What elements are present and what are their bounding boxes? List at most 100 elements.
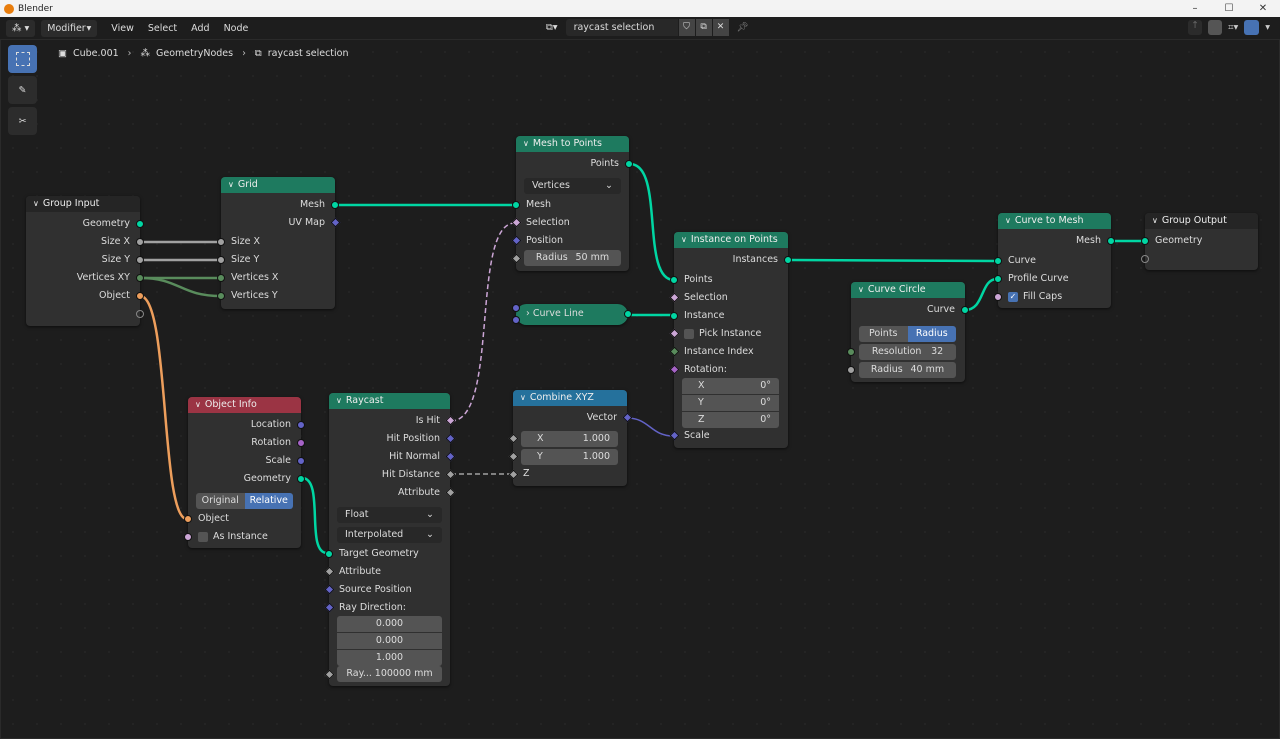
object-info-node[interactable]: ∨ Object Info Location Rotation Scale Geo…: [184, 397, 305, 548]
socket-int[interactable]: [217, 292, 225, 300]
socket-vector[interactable]: [297, 421, 305, 429]
pick-instance-checkbox[interactable]: Pick Instance: [684, 327, 761, 341]
socket-geometry[interactable]: [136, 220, 144, 228]
socket-geometry[interactable]: [994, 275, 1002, 283]
resolution-field[interactable]: Resolution 32: [859, 344, 956, 360]
mode-original[interactable]: Original: [196, 493, 245, 509]
radius-field[interactable]: Radius 50 mm: [524, 250, 621, 266]
mapping-dropdown[interactable]: Interpolated ⌄: [337, 527, 442, 543]
data-type-dropdown[interactable]: Float ⌄: [337, 507, 442, 523]
socket-empty[interactable]: [136, 310, 144, 318]
y-field[interactable]: Y 1.000: [521, 449, 618, 465]
raycast-node[interactable]: ∨ Raycast Is Hit Hit Position Hit Normal …: [324, 393, 456, 686]
socket-geometry[interactable]: [994, 257, 1002, 265]
field-value: 32: [931, 346, 944, 357]
parent-node-tree-icon[interactable]: ↑: [1188, 20, 1203, 35]
node-title: Group Input: [42, 198, 100, 209]
editor-type-button[interactable]: ⁂ ▾: [6, 19, 36, 37]
socket-geometry[interactable]: [512, 201, 520, 209]
socket-vector[interactable]: [297, 457, 305, 465]
fake-user-shield-icon[interactable]: ⛉: [678, 19, 695, 36]
combine-xyz-node[interactable]: ∨ Combine XYZ Vector X 1.000 Y 1.000 Z: [508, 390, 633, 486]
socket-int[interactable]: [136, 274, 144, 282]
socket-geometry[interactable]: [1141, 237, 1149, 245]
curve-to-mesh-node[interactable]: ∨ Curve to Mesh Mesh Curve Profile Curve …: [994, 213, 1115, 308]
mode-dropdown[interactable]: Modifier ▾: [41, 19, 98, 37]
unlink-x-icon[interactable]: ✕: [712, 19, 729, 36]
rotation-x-field[interactable]: X 0°: [682, 378, 779, 394]
menu-view[interactable]: View: [111, 23, 134, 34]
socket-float[interactable]: [217, 256, 225, 264]
mode-relative[interactable]: Relative: [244, 493, 293, 509]
node-tree-name-field[interactable]: raycast selection: [565, 19, 678, 36]
group-input-node[interactable]: ∨ Group Input Geometry Size X Size Y Vert…: [26, 196, 144, 326]
curve-circle-node[interactable]: ∨ Curve Circle Curve Points Radius Resolu…: [847, 282, 969, 382]
grid-node[interactable]: ∨ Grid Mesh UV Map Size X Size Y Vertices…: [217, 177, 341, 309]
mode-points[interactable]: Points: [859, 326, 908, 342]
chevron-down-icon: ∨: [228, 180, 234, 189]
rotation-z-field[interactable]: Z 0°: [682, 412, 779, 428]
socket-bool[interactable]: [994, 293, 1002, 301]
socket-int[interactable]: [217, 274, 225, 282]
overlays-icon[interactable]: [1244, 20, 1260, 35]
socket-geometry[interactable]: [624, 310, 632, 318]
mode-dropdown[interactable]: Vertices ⌄: [524, 178, 621, 194]
group-output-node[interactable]: ∨ Group Output Geometry: [1141, 213, 1258, 270]
pin-icon[interactable]: 📌︎: [737, 22, 749, 33]
ray-direction-z-field[interactable]: 1.000: [337, 650, 442, 666]
mesh-to-points-node[interactable]: ∨ Mesh to Points Points Vertices ⌄ Mesh Se…: [511, 136, 633, 271]
socket-float[interactable]: [847, 366, 855, 374]
browse-node-tree-button[interactable]: ⧉▾: [540, 19, 564, 36]
socket-geometry[interactable]: [670, 276, 678, 284]
socket-geometry[interactable]: [297, 475, 305, 483]
ray-direction-x-field[interactable]: 0.000: [337, 616, 442, 632]
socket-vector[interactable]: [512, 304, 520, 312]
socket-rotation[interactable]: [297, 439, 305, 447]
curve-line-node[interactable]: › Curve Line: [512, 304, 632, 325]
duplicate-icon[interactable]: ⧉: [695, 19, 712, 36]
socket-empty[interactable]: [1141, 255, 1149, 263]
socket-geometry[interactable]: [625, 160, 633, 168]
maximize-button[interactable]: ☐: [1212, 0, 1246, 17]
transform-space-toggle[interactable]: Original Relative: [196, 493, 293, 509]
as-instance-checkbox[interactable]: As Instance: [198, 530, 268, 544]
socket-float[interactable]: [217, 238, 225, 246]
mode-toggle[interactable]: Points Radius: [859, 326, 956, 342]
socket-geometry[interactable]: [1107, 237, 1115, 245]
checkmark-icon[interactable]: ✓: [1008, 291, 1018, 302]
select-box-tool[interactable]: [8, 45, 37, 73]
socket-vector[interactable]: [512, 316, 520, 324]
node-canvas[interactable]: [0, 39, 1280, 739]
radius-field[interactable]: Radius 40 mm: [859, 362, 956, 378]
checkbox-off[interactable]: [684, 328, 694, 339]
socket-geometry[interactable]: [325, 550, 333, 558]
menu-node[interactable]: Node: [224, 23, 249, 34]
minimize-button[interactable]: –: [1178, 0, 1212, 17]
socket-float[interactable]: [136, 238, 144, 246]
x-field[interactable]: X 1.000: [521, 431, 618, 447]
socket-geometry[interactable]: [784, 256, 792, 264]
socket-geometry[interactable]: [670, 312, 678, 320]
socket-geometry[interactable]: [331, 201, 339, 209]
ray-length-field[interactable]: Ray... 100000 mm: [337, 666, 442, 682]
socket-float[interactable]: [136, 256, 144, 264]
ray-direction-y-field[interactable]: 0.000: [337, 633, 442, 649]
socket-object[interactable]: [136, 292, 144, 300]
menu-select[interactable]: Select: [148, 23, 177, 34]
socket-bool[interactable]: [184, 533, 192, 541]
annotate-tool[interactable]: ✎: [8, 76, 37, 104]
socket-geometry[interactable]: [961, 306, 969, 314]
menu-add[interactable]: Add: [191, 23, 209, 34]
checkbox-off[interactable]: [198, 531, 208, 542]
rotation-y-field[interactable]: Y 0°: [682, 395, 779, 411]
mode-radius[interactable]: Radius: [907, 326, 956, 342]
socket-int[interactable]: [847, 348, 855, 356]
socket-object[interactable]: [184, 515, 192, 523]
snap-icon[interactable]: [1208, 20, 1223, 35]
snap-settings-icon[interactable]: ⌗▾: [1228, 22, 1238, 33]
links-cut-tool[interactable]: ✂: [8, 107, 37, 135]
close-window-button[interactable]: ✕: [1246, 0, 1280, 17]
overlay-dropdown-icon[interactable]: ▾: [1265, 22, 1270, 33]
fill-caps-checkbox[interactable]: ✓ Fill Caps: [1008, 290, 1062, 304]
instance-on-points-node[interactable]: ∨ Instance on Points Instances Points Sel…: [669, 232, 792, 448]
